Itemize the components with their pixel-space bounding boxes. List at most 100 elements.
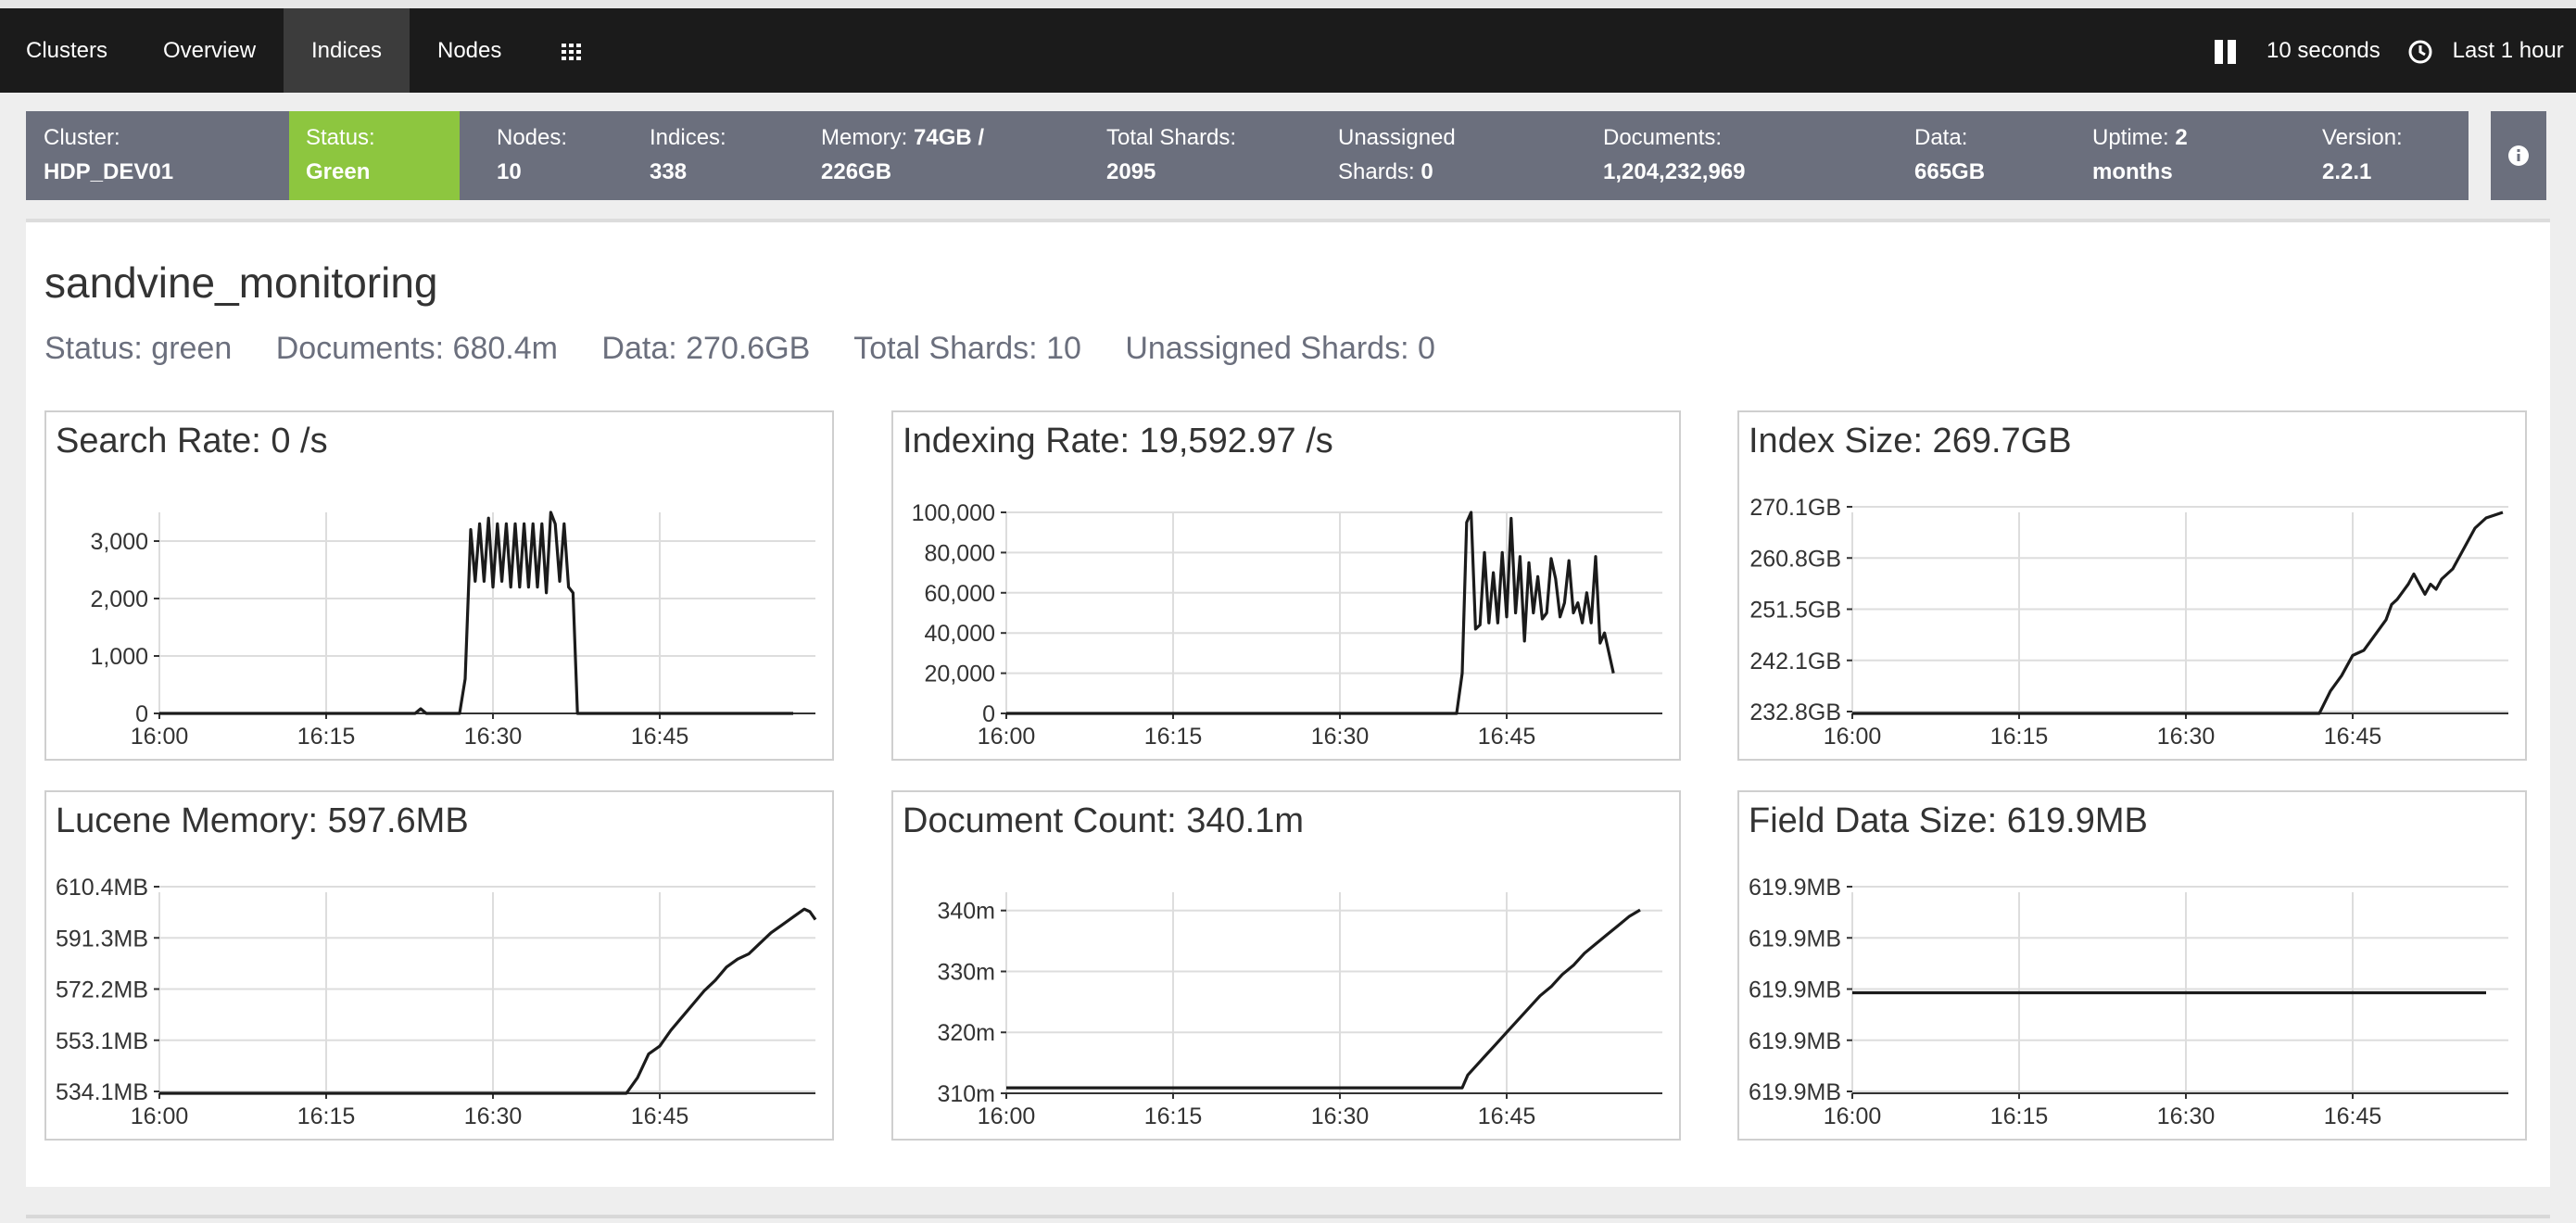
x-tick-label: 16:00 — [131, 1103, 189, 1129]
y-tick-label: 572.2MB — [56, 977, 148, 1003]
chart-index-size: Index Size: 269.7GB 16:00 16:15 16:30 16:45… — [1737, 410, 2527, 761]
refresh-interval[interactable]: 10 seconds — [2267, 8, 2380, 93]
y-tick-label: 20,000 — [925, 662, 995, 687]
summary-unassigned: Unassigned Shards: 0 — [1338, 125, 1456, 184]
y-tick-label: 270.1GB — [1749, 495, 1841, 521]
window-top-border — [0, 0, 2576, 8]
series-line — [1006, 908, 1641, 1090]
cluster-summary-bar: Cluster: HDP_DEV01 Status: Green Nodes: 10 … — [26, 111, 2469, 200]
y-tick-label: 260.8GB — [1749, 546, 1841, 572]
tab-nodes[interactable]: Nodes — [411, 8, 527, 93]
x-tick-label: 16:30 — [464, 1103, 523, 1129]
index-total-shards: Total Shards: 10 — [853, 331, 1081, 366]
index-data: Data: 270.6GB — [601, 331, 811, 366]
bottom-divider — [26, 1215, 2550, 1218]
grid-icon — [562, 43, 581, 60]
y-tick-label: 232.8GB — [1749, 700, 1841, 725]
y-tick-label: 330m — [937, 959, 995, 985]
y-tick-label: 553.1MB — [56, 1028, 148, 1054]
summary-memory: Memory: 74GB / 226GB — [821, 125, 985, 184]
index-unassigned-shards: Unassigned Shards: 0 — [1125, 331, 1435, 366]
x-tick-label: 16:00 — [1824, 724, 1882, 750]
y-tick-label: 40,000 — [925, 621, 995, 647]
chart-document-count: Document Count: 340.1m 16:00 16:15 16:30 16… — [891, 790, 1681, 1141]
summary-uptime: Uptime: 2 months — [2092, 125, 2188, 184]
tab-clusters[interactable]: Clusters — [0, 8, 133, 93]
y-tick-label: 619.9MB — [1749, 875, 1841, 901]
y-tick-label: 3,000 — [90, 529, 148, 555]
index-status: Status: green — [44, 331, 233, 366]
pause-icon — [2215, 39, 2236, 64]
summary-documents: Documents: 1,204,232,969 — [1603, 125, 1746, 184]
series-line — [1852, 511, 2504, 715]
chart-lucene-memory: Lucene Memory: 597.6MB 16:00 16:15 16:30 16… — [44, 790, 834, 1141]
x-tick-label: 16:45 — [2324, 1103, 2382, 1129]
pause-button[interactable] — [2213, 8, 2239, 93]
x-tick-label: 16:15 — [1990, 1103, 2049, 1129]
grid-menu-button[interactable] — [539, 8, 604, 93]
x-tick-label: 16:30 — [1311, 1103, 1370, 1129]
index-documents: Documents: 680.4m — [275, 331, 558, 366]
y-tick-label: 310m — [937, 1081, 995, 1107]
y-tick-label: 619.9MB — [1749, 1079, 1841, 1105]
chart-indexing-rate: Indexing Rate: 19,592.97 /s 16:00 16:15 16… — [891, 410, 1681, 761]
chart-search-rate: Search Rate: 0 /s 16:00 16:15 16:30 16:45 0 1… — [44, 410, 834, 761]
x-tick-label: 16:30 — [1311, 724, 1370, 750]
x-tick-label: 16:00 — [131, 724, 189, 750]
y-tick-label: 0 — [982, 701, 995, 727]
x-tick-label: 16:30 — [2157, 1103, 2216, 1129]
series-line — [159, 907, 817, 1095]
tab-indices[interactable]: Indices — [284, 8, 410, 93]
y-tick-label: 619.9MB — [1749, 977, 1841, 1003]
time-picker-button[interactable]: Last 1 hour — [2407, 8, 2564, 93]
x-tick-label: 16:15 — [1990, 724, 2049, 750]
summary-version: Version: 2.2.1 — [2322, 125, 2403, 184]
x-tick-label: 16:45 — [1478, 724, 1536, 750]
y-tick-label: 591.3MB — [56, 926, 148, 952]
y-tick-label: 340m — [937, 899, 995, 925]
summary-nodes: Nodes: 10 — [497, 125, 568, 184]
summary-cluster: Cluster: HDP_DEV01 — [44, 125, 174, 184]
tab-overview[interactable]: Overview — [137, 8, 282, 93]
y-tick-label: 610.4MB — [56, 875, 148, 901]
index-stats: Status: green Documents: 680.4m Data: 27… — [44, 331, 1471, 367]
chart-field-data-size: Field Data Size: 619.9MB 16:00 16:15 16:30… — [1737, 790, 2527, 1141]
summary-status: Status: Green — [289, 111, 460, 200]
cluster-info-button[interactable] — [2491, 111, 2546, 200]
y-tick-label: 0 — [135, 701, 148, 727]
summary-total-shards: Total Shards: 2095 — [1106, 125, 1237, 184]
x-tick-label: 16:15 — [1144, 724, 1203, 750]
y-tick-label: 619.9MB — [1749, 1028, 1841, 1054]
series-line — [1006, 511, 1615, 715]
y-tick-label: 100,000 — [912, 500, 995, 526]
y-tick-label: 619.9MB — [1749, 926, 1841, 952]
x-tick-label: 16:15 — [297, 1103, 356, 1129]
y-tick-label: 60,000 — [925, 581, 995, 607]
x-tick-label: 16:30 — [464, 724, 523, 750]
clock-icon — [2408, 40, 2432, 64]
x-tick-label: 16:15 — [1144, 1103, 1203, 1129]
time-range-label: Last 1 hour — [2452, 38, 2564, 63]
y-tick-label: 534.1MB — [56, 1079, 148, 1105]
y-tick-label: 80,000 — [925, 540, 995, 566]
y-tick-label: 251.5GB — [1749, 598, 1841, 624]
y-tick-label: 320m — [937, 1020, 995, 1046]
x-tick-label: 16:15 — [297, 724, 356, 750]
x-tick-label: 16:45 — [631, 1103, 689, 1129]
top-navbar: Clusters Overview Indices Nodes 10 secon… — [0, 8, 2576, 93]
x-tick-label: 16:45 — [2324, 724, 2382, 750]
summary-data: Data: 665GB — [1914, 125, 1986, 184]
x-tick-label: 16:00 — [978, 1103, 1036, 1129]
y-tick-label: 242.1GB — [1749, 649, 1841, 675]
x-tick-label: 16:00 — [1824, 1103, 1882, 1129]
x-tick-label: 16:30 — [2157, 724, 2216, 750]
summary-indices: Indices: 338 — [650, 125, 726, 184]
series-line — [159, 511, 793, 715]
x-tick-label: 16:45 — [1478, 1103, 1536, 1129]
y-tick-label: 1,000 — [90, 644, 148, 670]
y-tick-label: 2,000 — [90, 586, 148, 612]
x-tick-label: 16:00 — [978, 724, 1036, 750]
info-icon — [2508, 145, 2529, 166]
index-name: sandvine_monitoring — [44, 258, 438, 307]
x-tick-label: 16:45 — [631, 724, 689, 750]
